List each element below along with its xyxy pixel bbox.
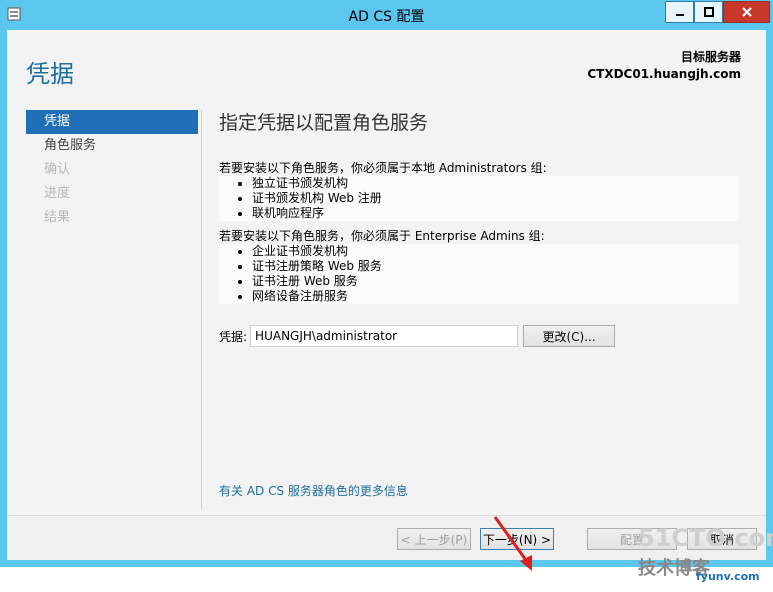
- nav-item-confirmation: 确认: [44, 162, 71, 177]
- page-title: 凭据: [26, 60, 74, 88]
- maximize-button[interactable]: [694, 1, 723, 23]
- main-heading: 指定凭据以配置角色服务: [219, 112, 429, 134]
- close-button[interactable]: [723, 1, 770, 23]
- wizard-client-area: 凭据 目标服务器 CTXDC01.huangjh.com 凭据 角色服务 确认 …: [7, 30, 773, 583]
- target-server-name: CTXDC01.huangjh.com: [587, 67, 741, 81]
- watermark: 51CTO.com 技术博客 fyunv.com: [632, 522, 773, 592]
- list-item: 网络设备注册服务: [252, 289, 739, 304]
- minimize-button[interactable]: [665, 1, 694, 23]
- local-admins-list: 独立证书颁发机构 证书颁发机构 Web 注册 联机响应程序: [219, 176, 739, 221]
- wizard-nav: 凭据 角色服务 确认 进度 结果: [26, 110, 198, 230]
- target-server-label: 目标服务器: [680, 50, 741, 64]
- list-item: 企业证书颁发机构: [252, 244, 739, 259]
- nav-item-progress: 进度: [44, 186, 71, 201]
- window-title: AD CS 配置: [348, 9, 425, 25]
- nav-item-role-services[interactable]: 角色服务: [26, 134, 198, 158]
- change-credentials-button[interactable]: 更改(C)...: [523, 325, 616, 347]
- list-item: 独立证书颁发机构: [252, 176, 739, 191]
- nav-divider: [201, 110, 202, 510]
- previous-button[interactable]: < 上一步(P): [397, 528, 471, 550]
- credentials-label: 凭据:: [219, 329, 248, 344]
- local-admins-title: 若要安装以下角色服务，你必须属于本地 Administrators 组:: [219, 161, 547, 175]
- list-item: 联机响应程序: [252, 206, 739, 221]
- list-item: 证书注册 Web 服务: [252, 274, 739, 289]
- credentials-field[interactable]: [250, 325, 519, 347]
- window: AD CS 配置 凭据 目标服务器 CTXDC01.huangjh.com 凭据…: [0, 0, 773, 583]
- red-arrow-annotation: [493, 516, 532, 571]
- title-bar[interactable]: AD CS 配置: [0, 0, 773, 30]
- list-item: 证书注册策略 Web 服务: [252, 259, 739, 274]
- enterprise-admins-block: 若要安装以下角色服务，你必须属于 Enterprise Admins 组: 企业…: [219, 228, 739, 304]
- nav-item-results: 结果: [44, 210, 71, 225]
- more-info-link[interactable]: 有关 AD CS 服务器角色的更多信息: [219, 482, 408, 499]
- enterprise-admins-list: 企业证书颁发机构 证书注册策略 Web 服务 证书注册 Web 服务 网络设备注…: [219, 244, 739, 304]
- close-icon: [741, 7, 752, 17]
- maximize-icon: [703, 7, 714, 17]
- nav-item-credentials[interactable]: 凭据: [26, 110, 198, 134]
- watermark-line1: 51CTO.com: [638, 524, 773, 552]
- credentials-row: 凭据: 更改(C)...: [219, 325, 616, 347]
- enterprise-admins-title: 若要安装以下角色服务，你必须属于 Enterprise Admins 组:: [219, 229, 545, 243]
- minimize-icon: [675, 14, 684, 16]
- watermark-line3: fyunv.com: [696, 570, 760, 583]
- list-item: 证书颁发机构 Web 注册: [252, 191, 739, 206]
- main-panel: 指定凭据以配置角色服务: [219, 108, 747, 135]
- local-admins-block: 若要安装以下角色服务，你必须属于本地 Administrators 组: 独立证…: [219, 160, 739, 221]
